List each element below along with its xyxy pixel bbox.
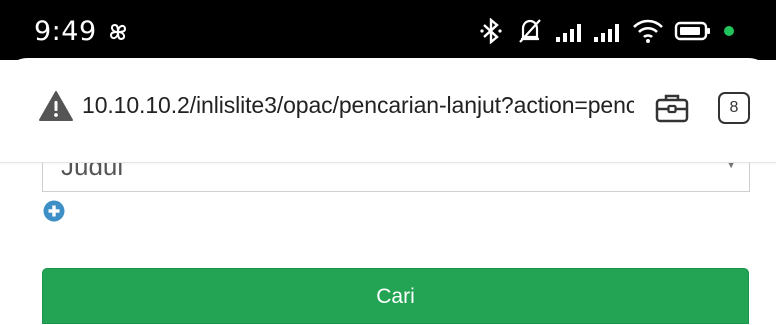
search-button[interactable]: Cari — [42, 268, 749, 324]
wifi-icon — [633, 19, 663, 43]
status-bar: 9:49 — [0, 0, 776, 60]
green-dot-icon — [724, 26, 734, 36]
battery-icon — [674, 21, 710, 41]
signal-icon — [594, 24, 619, 42]
status-time: 9:49 — [34, 16, 97, 47]
tab-count-button[interactable]: 8 — [718, 92, 750, 124]
pinwheel-icon — [109, 23, 127, 41]
mute-bell-icon — [519, 19, 541, 43]
plus-circle-icon[interactable] — [43, 200, 65, 222]
warning-icon[interactable] — [38, 90, 74, 122]
browser-address-bar: 10.10.10.2/inlislite3/opac/pencarian-lan… — [0, 58, 776, 163]
bluetooth-icon — [480, 18, 502, 44]
signal-icon — [556, 24, 581, 42]
url-text[interactable]: 10.10.10.2/inlislite3/opac/pencarian-lan… — [82, 92, 634, 119]
toolbox-icon[interactable] — [655, 93, 689, 123]
status-icons — [480, 18, 760, 44]
